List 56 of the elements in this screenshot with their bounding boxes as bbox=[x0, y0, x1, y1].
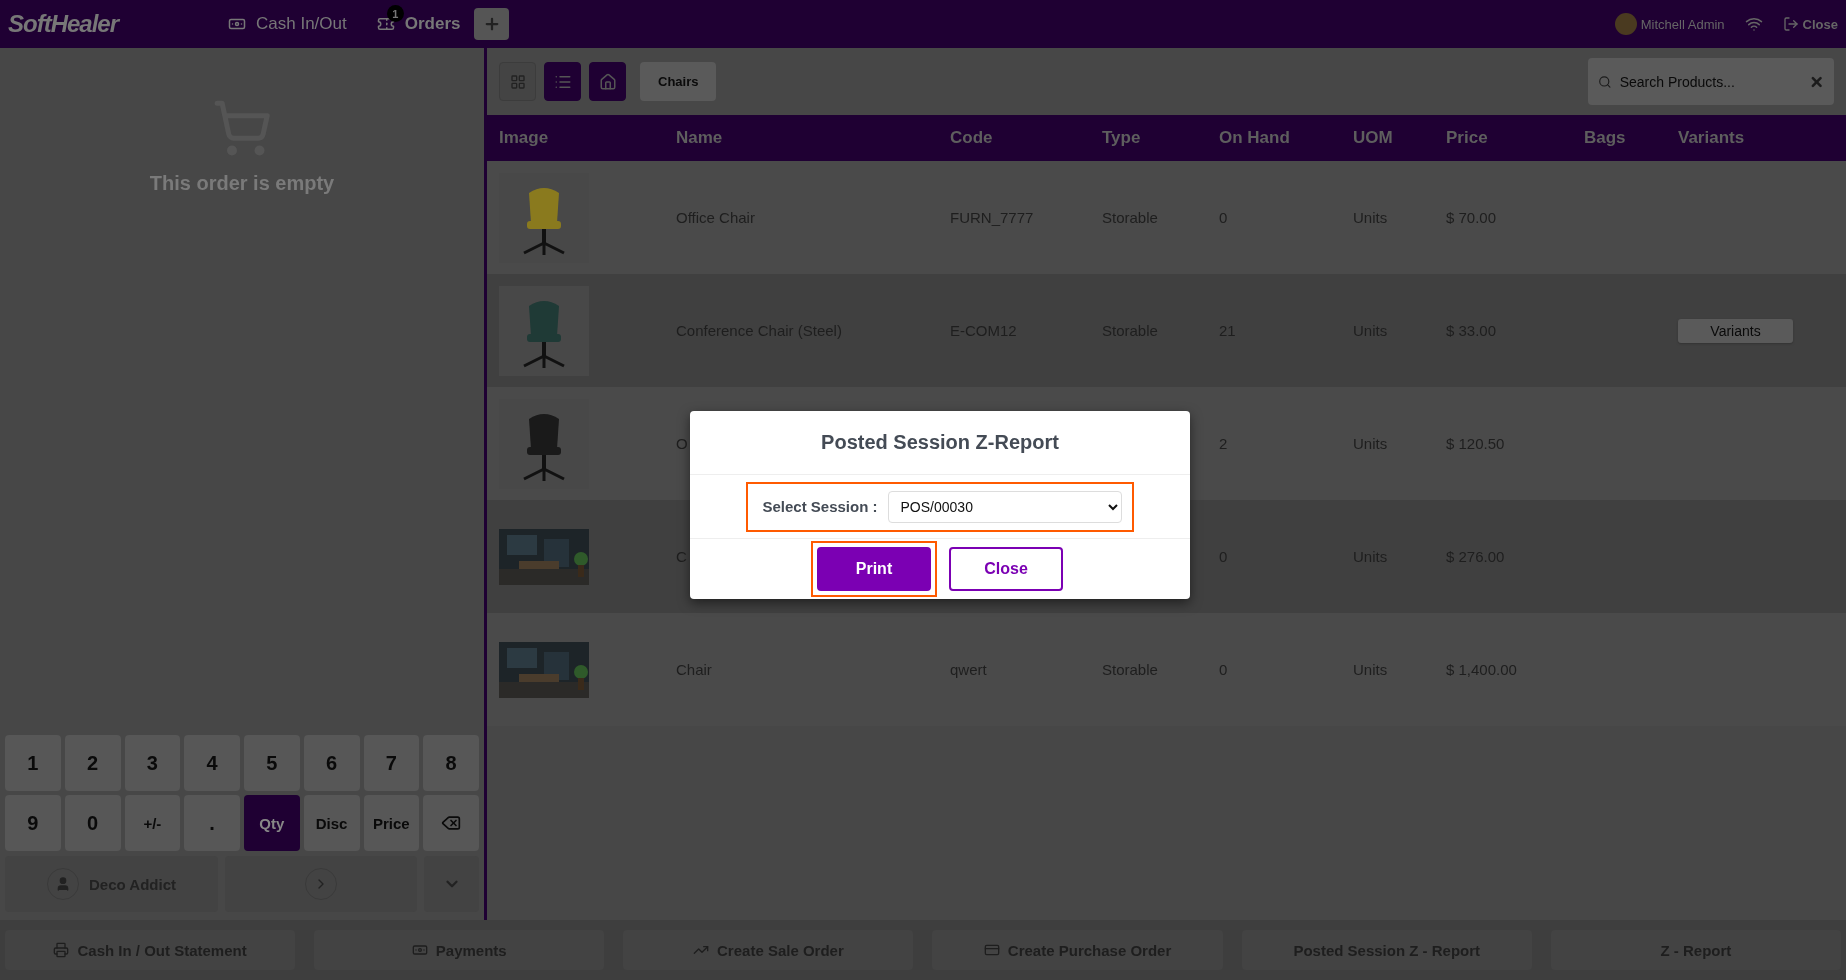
ticket-icon bbox=[376, 15, 395, 33]
printer-icon bbox=[53, 942, 70, 958]
numpad-key[interactable]: . bbox=[184, 795, 240, 851]
view-button[interactable] bbox=[499, 62, 536, 101]
backspace-icon bbox=[441, 813, 462, 833]
card-icon bbox=[983, 942, 1000, 958]
variants-button[interactable]: Variants bbox=[1678, 318, 1793, 343]
numpad-key[interactable]: Disc bbox=[303, 795, 360, 851]
column-header: UOM bbox=[1352, 128, 1394, 148]
category-button[interactable]: Chairs bbox=[640, 62, 717, 101]
numpad-key[interactable]: 5 bbox=[244, 735, 300, 791]
column-header: Image bbox=[498, 128, 550, 148]
user-icon bbox=[55, 876, 71, 892]
column-header: Name bbox=[675, 128, 724, 148]
dialog-title: Posted Session Z-Report bbox=[821, 431, 1059, 454]
grid-icon bbox=[509, 73, 526, 90]
numpad-key[interactable]: 2 bbox=[64, 735, 121, 791]
view-button[interactable] bbox=[544, 62, 581, 101]
numpad-key[interactable]: 7 bbox=[363, 735, 420, 791]
numpad-key[interactable]: Qty bbox=[244, 795, 300, 851]
view-button[interactable] bbox=[589, 62, 626, 101]
session-select[interactable]: POS/00030 bbox=[887, 490, 1122, 523]
print-button[interactable]: Print bbox=[817, 547, 931, 591]
logo: SoftHealer bbox=[8, 10, 121, 38]
wifi-icon bbox=[1744, 15, 1763, 33]
column-header: Variants bbox=[1677, 128, 1746, 148]
close-button[interactable]: Close bbox=[949, 547, 1063, 591]
field-label: Select Session : bbox=[762, 498, 878, 515]
column-header: On Hand bbox=[1218, 128, 1291, 148]
search-icon bbox=[1598, 73, 1612, 90]
numpad-key[interactable]: +/- bbox=[124, 795, 181, 851]
home-icon bbox=[598, 72, 617, 91]
add-button[interactable] bbox=[474, 8, 510, 40]
column-header: Type bbox=[1101, 128, 1142, 148]
close-link[interactable]: Close bbox=[1782, 16, 1838, 32]
search-input[interactable]: Search Products... bbox=[1617, 72, 1803, 91]
numpad-key[interactable]: 0 bbox=[64, 795, 121, 851]
logout-icon bbox=[1782, 16, 1799, 32]
column-header: Code bbox=[949, 128, 994, 148]
numpad-key[interactable]: 1 bbox=[5, 735, 61, 791]
numpad-key[interactable]: 6 bbox=[303, 735, 360, 791]
numpad-key[interactable]: Price bbox=[363, 795, 420, 851]
numpad-key[interactable]: 3 bbox=[124, 735, 181, 791]
banknote-icon bbox=[411, 942, 428, 958]
user-menu[interactable]: Mitchell Admin bbox=[1614, 13, 1725, 35]
count-badge: 1 bbox=[386, 5, 404, 22]
numpad-key[interactable]: 8 bbox=[423, 735, 479, 791]
nav-link[interactable]: Orders bbox=[404, 14, 461, 34]
column-header: Bags bbox=[1583, 128, 1627, 148]
search-field[interactable]: Search Products... bbox=[1588, 58, 1834, 105]
numpad-key[interactable]: 4 bbox=[184, 735, 240, 791]
avatar bbox=[1614, 13, 1637, 35]
column-header: Price bbox=[1445, 128, 1489, 148]
numpad-key[interactable]: 9 bbox=[5, 795, 61, 851]
numpad-key[interactable] bbox=[423, 795, 479, 851]
nav-link[interactable]: Cash In/Out bbox=[256, 14, 347, 34]
